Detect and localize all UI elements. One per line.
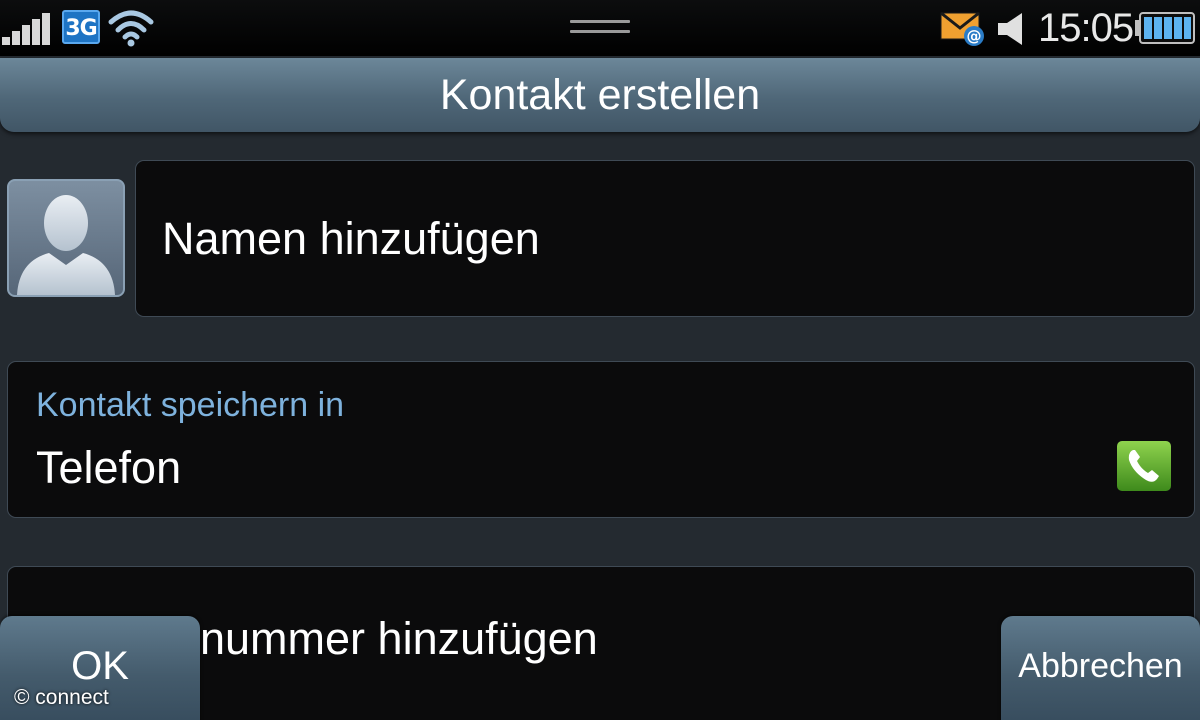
person-silhouette-icon (17, 195, 115, 295)
status-bar: 3G @ 15:05 (0, 0, 1200, 56)
signal-strength-icon (2, 13, 52, 45)
save-location-caption: Kontakt speichern in (36, 386, 345, 424)
status-time: 15:05 (1038, 6, 1134, 50)
wifi-icon (108, 10, 154, 47)
cancel-button[interactable]: Abbrechen (1001, 616, 1200, 720)
save-location-value: Telefon (36, 442, 182, 493)
phone-number-placeholder: nummer hinzufügen (200, 613, 598, 664)
3g-icon: 3G (62, 10, 100, 44)
page-title: Kontakt erstellen (439, 71, 761, 119)
battery-icon (1135, 12, 1195, 44)
copyright-watermark: © connect (14, 686, 109, 709)
name-field[interactable]: Namen hinzufügen (135, 160, 1195, 317)
title-bar: Kontakt erstellen (0, 58, 1200, 132)
svg-text:@: @ (967, 27, 982, 45)
speaker-icon (998, 13, 1022, 45)
contact-photo-button[interactable] (7, 179, 125, 297)
save-location-selector[interactable]: Kontakt speichern in Telefon (7, 361, 1195, 518)
email-icon: @ (940, 12, 984, 46)
notification-handle[interactable] (570, 20, 630, 36)
name-field-placeholder: Namen hinzufügen (162, 213, 540, 264)
create-contact-screen: 3G @ 15:05 Kontakt erstellen Namen hinzu… (0, 0, 1200, 720)
phone-icon (1117, 441, 1171, 491)
